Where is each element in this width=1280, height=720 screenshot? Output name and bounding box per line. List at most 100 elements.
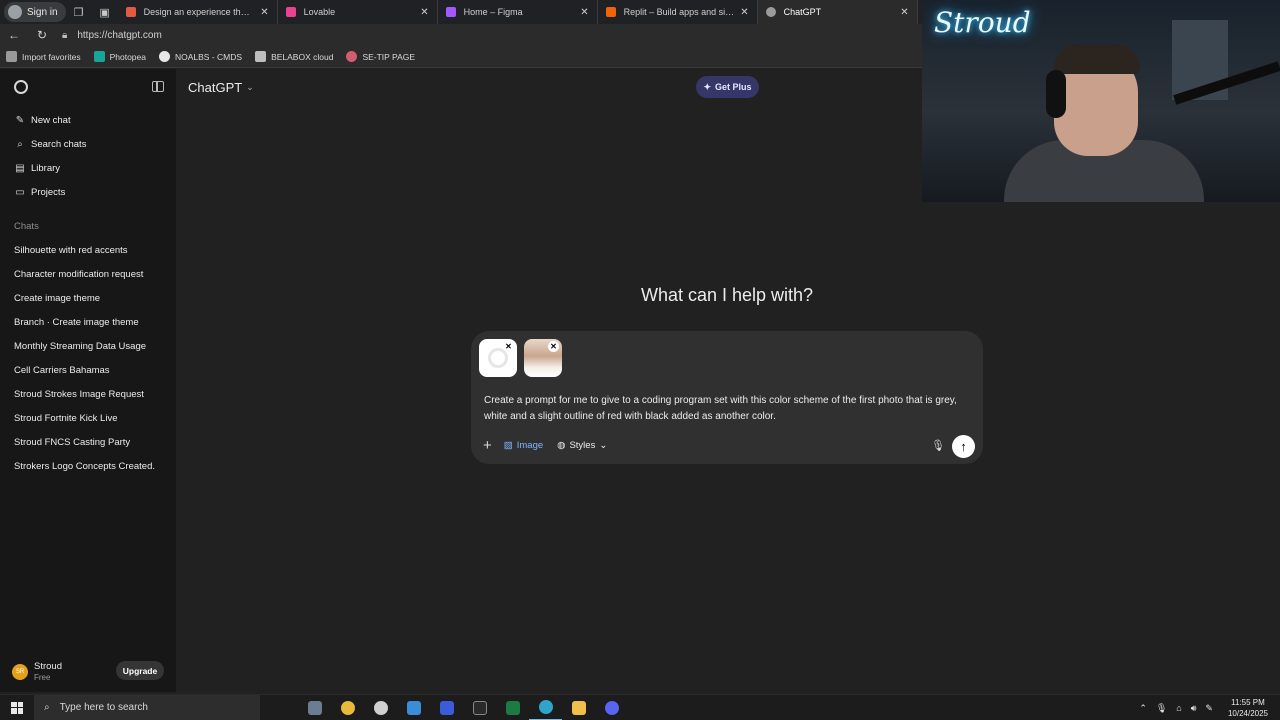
- bookmark-belabox[interactable]: BELABOX cloud: [255, 51, 333, 62]
- page-icon: [255, 51, 267, 62]
- taskbar-app-discord[interactable]: [595, 695, 628, 720]
- tab-favicon: [285, 7, 296, 17]
- tab-favicon: [765, 7, 776, 17]
- reload-icon[interactable]: ↻: [28, 24, 56, 46]
- remove-attachment-icon[interactable]: ✕: [548, 341, 559, 352]
- tab-chatgpt[interactable]: ChatGPT ✕: [757, 0, 918, 24]
- chat-item[interactable]: Silhouette with red accents: [14, 245, 128, 256]
- tab-lovable[interactable]: Lovable ✕: [278, 0, 438, 24]
- bookmarks-bar: Import favorites Photopea NOALBS - CMDS …: [0, 46, 922, 68]
- search-icon: ⌕: [17, 139, 23, 150]
- headset: [1046, 70, 1066, 118]
- close-icon[interactable]: ✕: [900, 7, 908, 18]
- clock-time: 11:55 PM: [1231, 698, 1265, 707]
- tab-actions-icon[interactable]: ▣: [92, 0, 118, 24]
- sidebar-item-label: Library: [31, 163, 61, 174]
- close-icon[interactable]: ✕: [260, 7, 268, 18]
- sidebar-item-search-chats[interactable]: ⌕ Search chats: [14, 139, 86, 150]
- bookmark-se-tip[interactable]: SE-TIP PAGE: [346, 51, 415, 62]
- user-menu[interactable]: SR Stroud Free: [12, 661, 62, 682]
- streamelements-icon: [346, 51, 358, 62]
- image-tool-button[interactable]: ▧ Image: [504, 440, 543, 451]
- chevron-down-icon: ⌄: [599, 440, 608, 451]
- taskbar-app-excel[interactable]: [496, 695, 529, 720]
- chrome-icon: [340, 700, 355, 715]
- taskbar-app-epic[interactable]: [463, 695, 496, 720]
- taskbar-app-chrome[interactable]: [331, 695, 364, 720]
- chat-item[interactable]: Monthly Streaming Data Usage: [14, 341, 146, 352]
- bookmark-noalbs[interactable]: NOALBS - CMDS: [158, 51, 243, 62]
- chat-item[interactable]: Strokers Logo Concepts Created.: [14, 461, 155, 472]
- send-button[interactable]: ↑: [952, 435, 975, 458]
- search-icon: ⌕: [44, 702, 50, 713]
- add-icon[interactable]: +: [483, 437, 492, 454]
- taskbar-app-explorer[interactable]: [562, 695, 595, 720]
- arrow-up-icon: ↑: [960, 439, 967, 454]
- chat-item[interactable]: Cell Carriers Bahamas: [14, 365, 110, 376]
- chats-heading: Chats: [14, 221, 39, 232]
- get-plus-button[interactable]: ✦ Get Plus: [696, 76, 759, 98]
- chat-item[interactable]: Character modification request: [14, 269, 143, 280]
- github-icon: [158, 51, 170, 62]
- import-icon: [6, 51, 17, 62]
- folder-icon: [571, 700, 586, 715]
- styles-label: Styles: [569, 440, 596, 451]
- user-plan: Free: [34, 673, 51, 682]
- close-icon[interactable]: ✕: [580, 7, 588, 18]
- chatgpt-icon: [373, 700, 388, 715]
- bookmark-label: NOALBS - CMDS: [174, 51, 243, 62]
- tab-replit[interactable]: Replit – Build apps and sites with ✕: [598, 0, 758, 24]
- tab-figma[interactable]: Home – Figma ✕: [438, 0, 598, 24]
- bookmark-import-favorites[interactable]: Import favorites: [6, 51, 81, 62]
- tab-design[interactable]: Design an experience that transf ✕: [118, 0, 278, 24]
- microphone-icon[interactable]: 🎙︎: [931, 439, 945, 452]
- styles-dropdown[interactable]: ◍ Styles ⌄: [557, 440, 607, 451]
- back-icon[interactable]: ←: [0, 24, 28, 46]
- windows-start-icon[interactable]: [0, 695, 34, 720]
- epic-games-icon: [472, 700, 487, 715]
- taskbar-search[interactable]: ⌕ Type here to search: [34, 694, 260, 720]
- workspaces-icon[interactable]: ❐: [66, 0, 92, 24]
- network-icon[interactable]: ⌂: [1176, 703, 1181, 713]
- model-selector[interactable]: ChatGPT ⌄: [188, 80, 254, 95]
- microphone-icon[interactable]: 🎙︎: [1156, 703, 1167, 714]
- sidebar-toggle-icon[interactable]: [152, 81, 164, 92]
- avatar: SR: [12, 663, 28, 680]
- pen-icon[interactable]: ✎: [1205, 703, 1213, 714]
- excel-icon: [505, 700, 520, 715]
- url-text: https://chatgpt.com: [77, 29, 162, 41]
- taskbar-app-file-manager[interactable]: [298, 695, 331, 720]
- palette-icon: ◍: [557, 440, 566, 451]
- close-icon[interactable]: ✕: [420, 7, 428, 18]
- taskbar-app-notion[interactable]: [430, 695, 463, 720]
- user-name: Stroud: [34, 661, 62, 672]
- folder-icon: ▭: [15, 187, 25, 198]
- chat-item[interactable]: Stroud Fortnite Kick Live: [14, 413, 118, 424]
- upgrade-button[interactable]: Upgrade: [116, 661, 164, 680]
- bookmark-photopea[interactable]: Photopea: [93, 51, 146, 62]
- close-icon[interactable]: ✕: [740, 7, 748, 18]
- prompt-input[interactable]: Create a prompt for me to give to a codi…: [484, 393, 970, 425]
- sparkle-icon: ✦: [703, 81, 712, 92]
- openai-logo-icon[interactable]: [14, 80, 28, 94]
- person-hair: [1054, 44, 1140, 74]
- chat-item[interactable]: Branch · Create image theme: [14, 317, 139, 328]
- image-icon: ▧: [503, 440, 513, 451]
- volume-icon[interactable]: 🔊︎: [1191, 703, 1197, 714]
- taskbar-app-chatgpt[interactable]: [364, 695, 397, 720]
- chevron-up-icon[interactable]: ⌃: [1139, 703, 1147, 714]
- url-field[interactable]: 🔒︎ https://chatgpt.com: [62, 26, 914, 44]
- chat-item[interactable]: Stroud FNCS Casting Party: [14, 437, 130, 448]
- taskbar-app-edge[interactable]: [529, 695, 562, 720]
- remove-attachment-icon[interactable]: ✕: [503, 341, 514, 352]
- neon-sign: Stroud: [934, 6, 1031, 39]
- sidebar-item-library[interactable]: ▤ Library: [14, 163, 60, 174]
- taskbar-app-store[interactable]: [397, 695, 430, 720]
- chat-item[interactable]: Create image theme: [14, 293, 100, 304]
- profile-button[interactable]: Sign in: [4, 2, 66, 22]
- sidebar-item-projects[interactable]: ▭ Projects: [14, 187, 65, 198]
- clock[interactable]: 11:55 PM 10/24/2025: [1228, 697, 1268, 719]
- sidebar-item-new-chat[interactable]: ✎ New chat: [14, 115, 71, 126]
- sidebar-item-label: Projects: [31, 187, 66, 198]
- chat-item[interactable]: Stroud Strokes Image Request: [14, 389, 144, 400]
